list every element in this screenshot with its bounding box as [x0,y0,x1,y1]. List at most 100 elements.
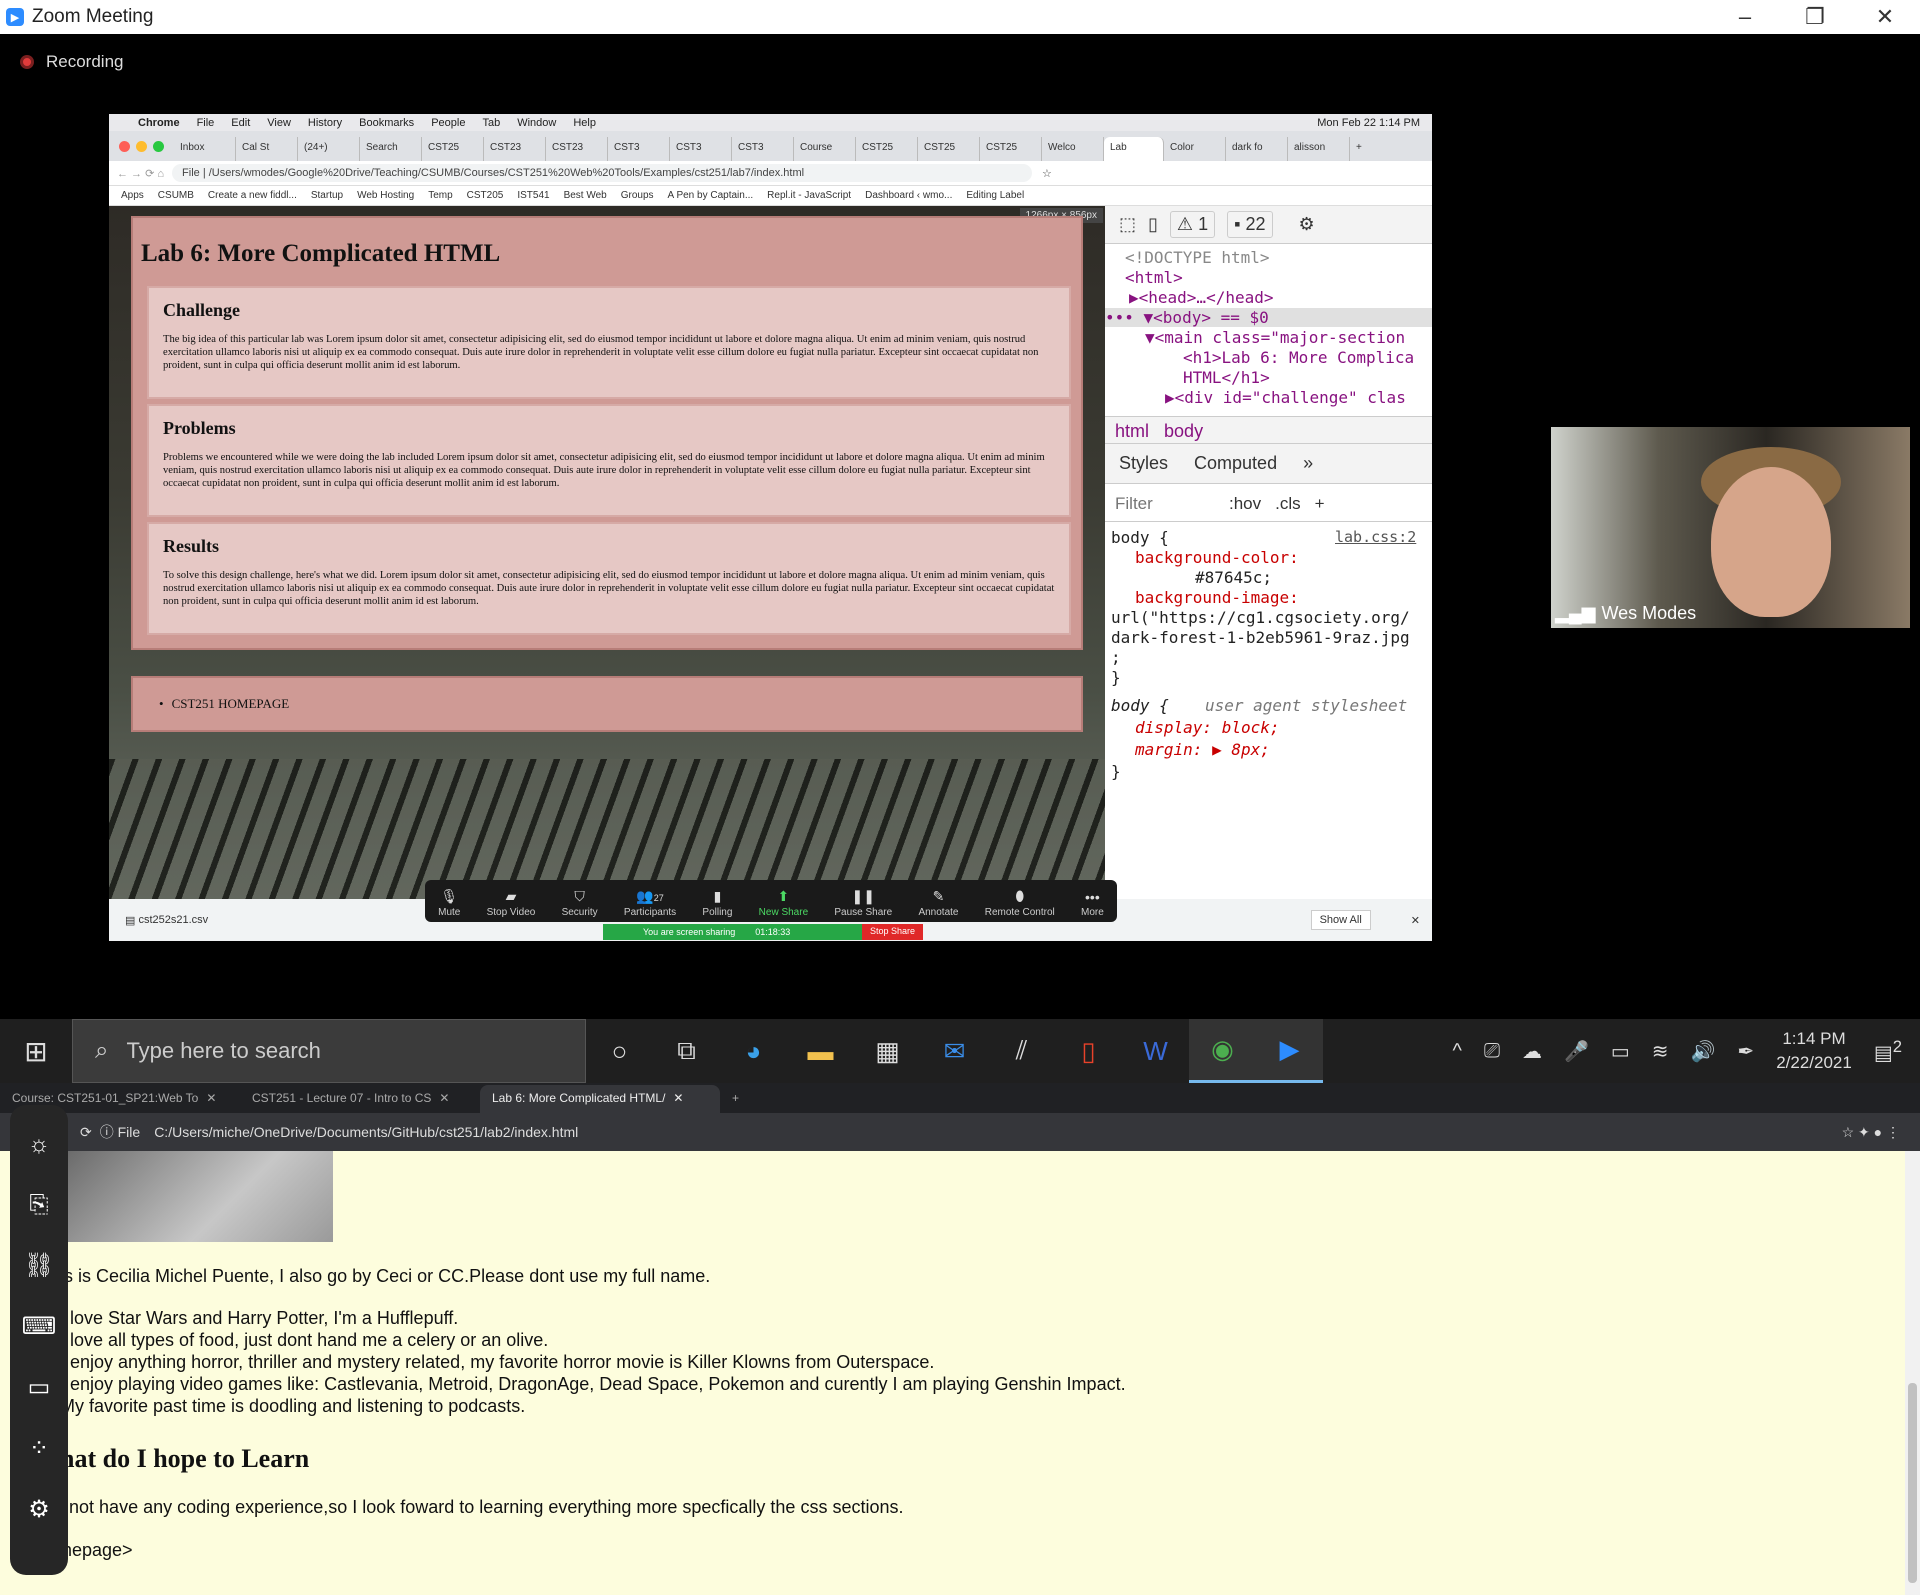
url-field[interactable]: C:/Users/miche/OneDrive/Documents/GitHub… [154,1124,578,1140]
shared-screen[interactable]: Chrome File Edit View History Bookmarks … [109,114,1432,941]
menu-item[interactable]: History [308,117,342,129]
dom-line[interactable]: <!DOCTYPE html> [1125,248,1432,267]
dom-line[interactable]: ▶<div id="challenge" clas [1165,388,1432,407]
style-source-link[interactable]: lab.css:2 [1335,528,1432,546]
bookmark[interactable]: IST541 [517,190,549,201]
dom-line-selected[interactable]: ••• ▼<body> == $0 [1105,308,1432,327]
stop-share-button[interactable]: Stop Share [861,924,923,940]
star-icon[interactable]: ☆ ✦ ● ⋮ [1842,1124,1900,1141]
bookmark[interactable]: A Pen by Captain... [668,190,754,201]
mic-icon[interactable]: 🎤 [1564,1039,1589,1064]
browser-tab-active[interactable]: Lab [1104,137,1164,161]
tab-styles[interactable]: Styles [1119,453,1168,474]
battery-icon[interactable]: ▭ [1611,1039,1630,1064]
mail-icon[interactable]: ✉ [921,1019,988,1083]
participants-button[interactable]: 👥27 Participants [624,888,676,918]
store-icon[interactable]: ▦ [854,1019,921,1083]
menu-item[interactable]: File [197,117,215,129]
browser-tab[interactable]: Color [1164,137,1226,161]
bookmark[interactable]: Editing Label [966,190,1024,201]
browser-tab[interactable]: dark fo [1226,137,1288,161]
link-icon[interactable]: ⛓ [24,1251,54,1280]
close-dot-icon[interactable] [119,141,130,152]
notifications-icon[interactable]: ▤2 [1874,1037,1902,1066]
meet-now-icon[interactable]: ⎚ [1484,1040,1500,1063]
browser-tab[interactable]: Inbox [174,137,236,161]
menu-app-name[interactable]: Chrome [138,117,180,129]
menu-item[interactable]: Edit [231,117,250,129]
reload-icon[interactable]: ⟳ [80,1124,92,1141]
add-rule-icon[interactable]: + [1315,494,1325,514]
breadcrumb-html[interactable]: html [1115,421,1149,441]
menu-item[interactable]: Tab [482,117,500,129]
office-icon[interactable]: ▯ [1055,1019,1122,1083]
task-view-icon[interactable]: ⧉ [653,1019,720,1083]
download-file[interactable]: cst252s21.csv [138,914,208,926]
wifi-icon[interactable]: ≋ [1652,1039,1669,1064]
pen-icon[interactable]: ✒ [1737,1039,1754,1064]
browser-tab[interactable]: Search [360,137,422,161]
browser-tab[interactable]: CST23 [484,137,546,161]
bookmark[interactable]: CST205 [467,190,504,201]
dom-line[interactable]: ▶<head>…</head> [1129,288,1432,307]
security-button[interactable]: ⛉ Security [562,888,598,918]
tab-computed[interactable]: Computed [1194,453,1277,474]
inspect-icon[interactable]: ⬚ [1119,214,1136,235]
new-share-button[interactable]: ⬆ New Share [759,888,808,918]
cls-toggle[interactable]: .cls [1275,494,1301,514]
breadcrumb-body[interactable]: body [1164,421,1203,441]
menu-item[interactable]: People [431,117,465,129]
warnings-badge[interactable]: ⚠ 1 [1169,211,1216,238]
browser-tab[interactable]: CST25 [856,137,918,161]
browser-tab[interactable]: Course [794,137,856,161]
mute-button[interactable]: 🎙 Mute [438,888,460,918]
settings-gear-icon[interactable]: ⚙ [1299,214,1315,235]
page-scrollbar[interactable] [1905,1151,1920,1595]
volume-icon[interactable]: 🔊 [1691,1039,1716,1064]
new-tab-button[interactable]: + [720,1085,760,1113]
browser-tab[interactable]: CST23 [546,137,608,161]
polling-button[interactable]: ▮ Polling [702,888,732,918]
browser-tab[interactable]: CST251 - Lecture 07 - Intro to CS ✕ [240,1085,480,1113]
bookmark[interactable]: Dashboard ‹ wmo... [865,190,952,201]
brightness-icon[interactable]: ☼ [28,1131,50,1159]
app-icon[interactable]: ⫽ [988,1019,1055,1083]
onedrive-icon[interactable]: ☁ [1522,1039,1542,1064]
word-icon[interactable]: W [1122,1019,1189,1083]
new-tab-button[interactable]: + [1350,137,1380,161]
menu-item[interactable]: Bookmarks [359,117,414,129]
browser-tab[interactable]: CST3 [732,137,794,161]
hov-toggle[interactable]: :hov [1229,494,1261,514]
annotate-button[interactable]: ✎ Annotate [918,888,958,918]
stop-video-button[interactable]: ▰ Stop Video [487,888,536,918]
tab-more[interactable]: » [1303,453,1313,474]
menu-item[interactable]: Window [517,117,556,129]
styles-filter-input[interactable] [1115,493,1215,514]
bookmark[interactable]: CSUMB [158,190,194,201]
cortana-icon[interactable]: ○ [586,1019,653,1083]
bookmark[interactable]: Apps [121,190,144,201]
nav-buttons-icon[interactable]: ← → ⟳ ⌂ [117,167,164,180]
dom-line[interactable]: HTML</h1> [1183,368,1432,387]
browser-tab-active[interactable]: Lab 6: More Complicated HTML/✕ [480,1085,720,1113]
close-button[interactable]: ✕ [1850,0,1920,34]
participant-video[interactable]: ▂▄▆ Wes Modes [1551,427,1910,628]
bookmark[interactable]: Web Hosting [357,190,414,201]
browser-tab[interactable]: (24+) [298,137,360,161]
keyboard-icon[interactable]: ⌨ [22,1312,57,1341]
menu-item[interactable]: Help [573,117,596,129]
url-field[interactable]: File | /Users/wmodes/Google%20Drive/Teac… [172,164,1033,182]
dom-line[interactable]: <html> [1125,268,1432,287]
windows-start-icon[interactable]: ⊞ [0,1019,72,1083]
edge-icon[interactable]: ◕ [720,1019,787,1083]
bookmark[interactable]: Groups [621,190,654,201]
browser-tab[interactable]: alisson [1288,137,1350,161]
screenshot-icon[interactable]: ⎘ [29,1191,48,1219]
browser-tab[interactable]: CST25 [422,137,484,161]
gear-icon[interactable]: ⚙ [28,1495,50,1524]
bookmark[interactable]: Create a new fiddl... [208,190,297,201]
show-all-button[interactable]: Show All [1310,910,1371,930]
browser-tab[interactable]: Cal St [236,137,298,161]
zoom-icon[interactable]: ▶ [1256,1019,1323,1083]
chevron-up-icon[interactable]: ^ [1453,1040,1462,1063]
